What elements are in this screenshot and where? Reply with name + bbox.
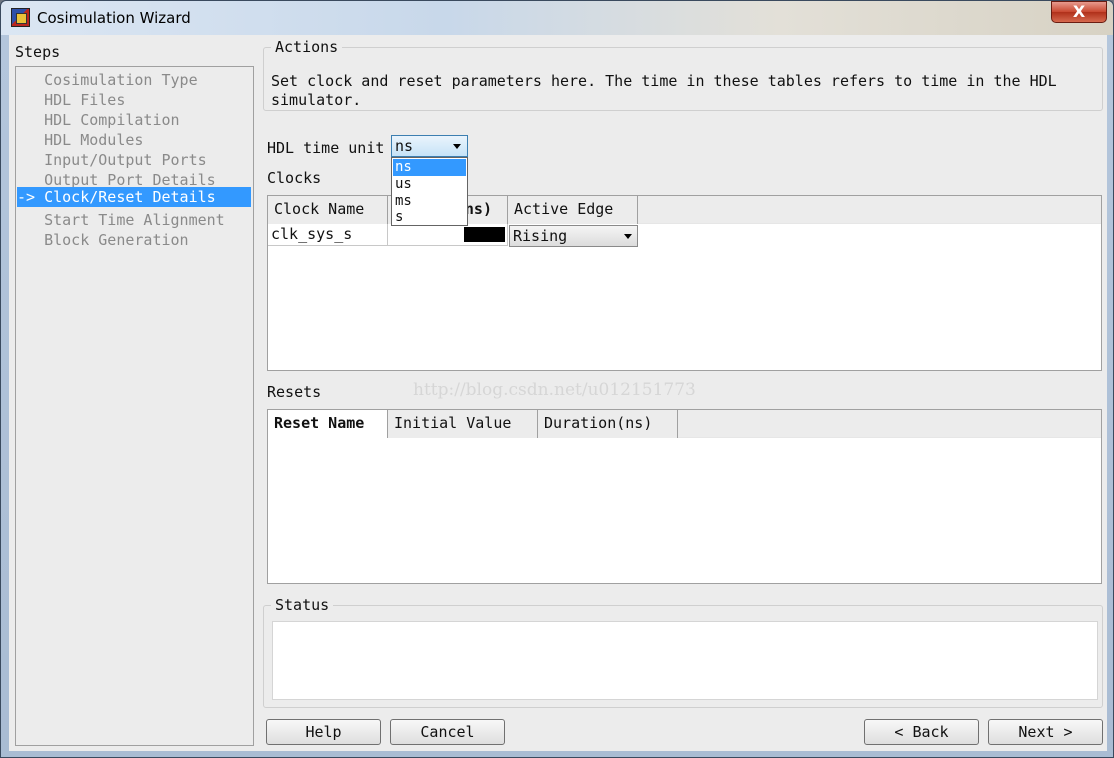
step-item: Block Generation bbox=[17, 231, 189, 249]
steps-label: Steps bbox=[15, 43, 61, 61]
cancel-button[interactable]: Cancel bbox=[390, 719, 505, 745]
close-button[interactable]: X bbox=[1051, 1, 1107, 23]
time-unit-select[interactable]: ns bbox=[391, 135, 468, 157]
resets-header-name[interactable]: Reset Name bbox=[268, 410, 388, 438]
back-button[interactable]: < Back bbox=[864, 719, 979, 745]
chevron-down-icon bbox=[624, 234, 632, 239]
resets-label: Resets bbox=[267, 383, 322, 401]
time-unit-option[interactable]: ns bbox=[393, 159, 466, 176]
resets-table: Reset Name Initial Value Duration(ns) bbox=[267, 409, 1102, 584]
clocks-header-name[interactable]: Clock Name bbox=[268, 196, 388, 224]
wizard-window: Cosimulation Wizard X Steps Cosimulation… bbox=[0, 0, 1114, 758]
steps-list: Cosimulation Type HDL Files HDL Compilat… bbox=[15, 66, 254, 746]
clock-name-cell[interactable]: clk_sys_s bbox=[268, 224, 388, 246]
clocks-label: Clocks bbox=[267, 169, 322, 187]
step-item-active: -> Clock/Reset Details bbox=[17, 187, 251, 207]
time-unit-option[interactable]: us bbox=[393, 176, 466, 193]
app-icon bbox=[11, 8, 30, 27]
help-button[interactable]: Help bbox=[266, 719, 381, 745]
time-unit-option[interactable]: s bbox=[393, 209, 466, 226]
resets-header-initial[interactable]: Initial Value bbox=[388, 410, 538, 438]
watermark: http://blog.csdn.net/u012151773 bbox=[413, 380, 696, 400]
step-item: HDL Files bbox=[17, 91, 126, 109]
status-title: Status bbox=[271, 596, 334, 614]
time-unit-option[interactable]: ms bbox=[393, 193, 466, 210]
time-unit-dropdown: ns us ms s bbox=[391, 157, 468, 226]
step-item: HDL Compilation bbox=[17, 111, 180, 129]
step-item: HDL Modules bbox=[17, 131, 144, 149]
step-item: Cosimulation Type bbox=[17, 71, 198, 89]
title-bar[interactable]: Cosimulation Wizard X bbox=[1, 1, 1113, 35]
step-item: Input/Output Ports bbox=[17, 151, 207, 169]
clock-period-value bbox=[464, 227, 505, 242]
active-edge-select[interactable]: Rising bbox=[509, 225, 638, 247]
active-edge-value: Rising bbox=[513, 227, 568, 245]
step-item: Start Time Alignment bbox=[17, 211, 225, 229]
clocks-header-edge[interactable]: Active Edge bbox=[508, 196, 638, 224]
time-unit-value: ns bbox=[395, 137, 414, 155]
resets-header-duration[interactable]: Duration(ns) bbox=[538, 410, 678, 438]
next-button[interactable]: Next > bbox=[988, 719, 1103, 745]
time-unit-label: HDL time unit bbox=[267, 139, 385, 157]
actions-title: Actions bbox=[271, 38, 343, 56]
chevron-down-icon bbox=[453, 144, 461, 149]
wizard-body: Steps Cosimulation Type HDL Files HDL Co… bbox=[9, 35, 1107, 751]
window-title: Cosimulation Wizard bbox=[37, 9, 191, 27]
status-text-area bbox=[272, 621, 1098, 700]
actions-description: Set clock and reset parameters here. The… bbox=[271, 72, 1057, 109]
